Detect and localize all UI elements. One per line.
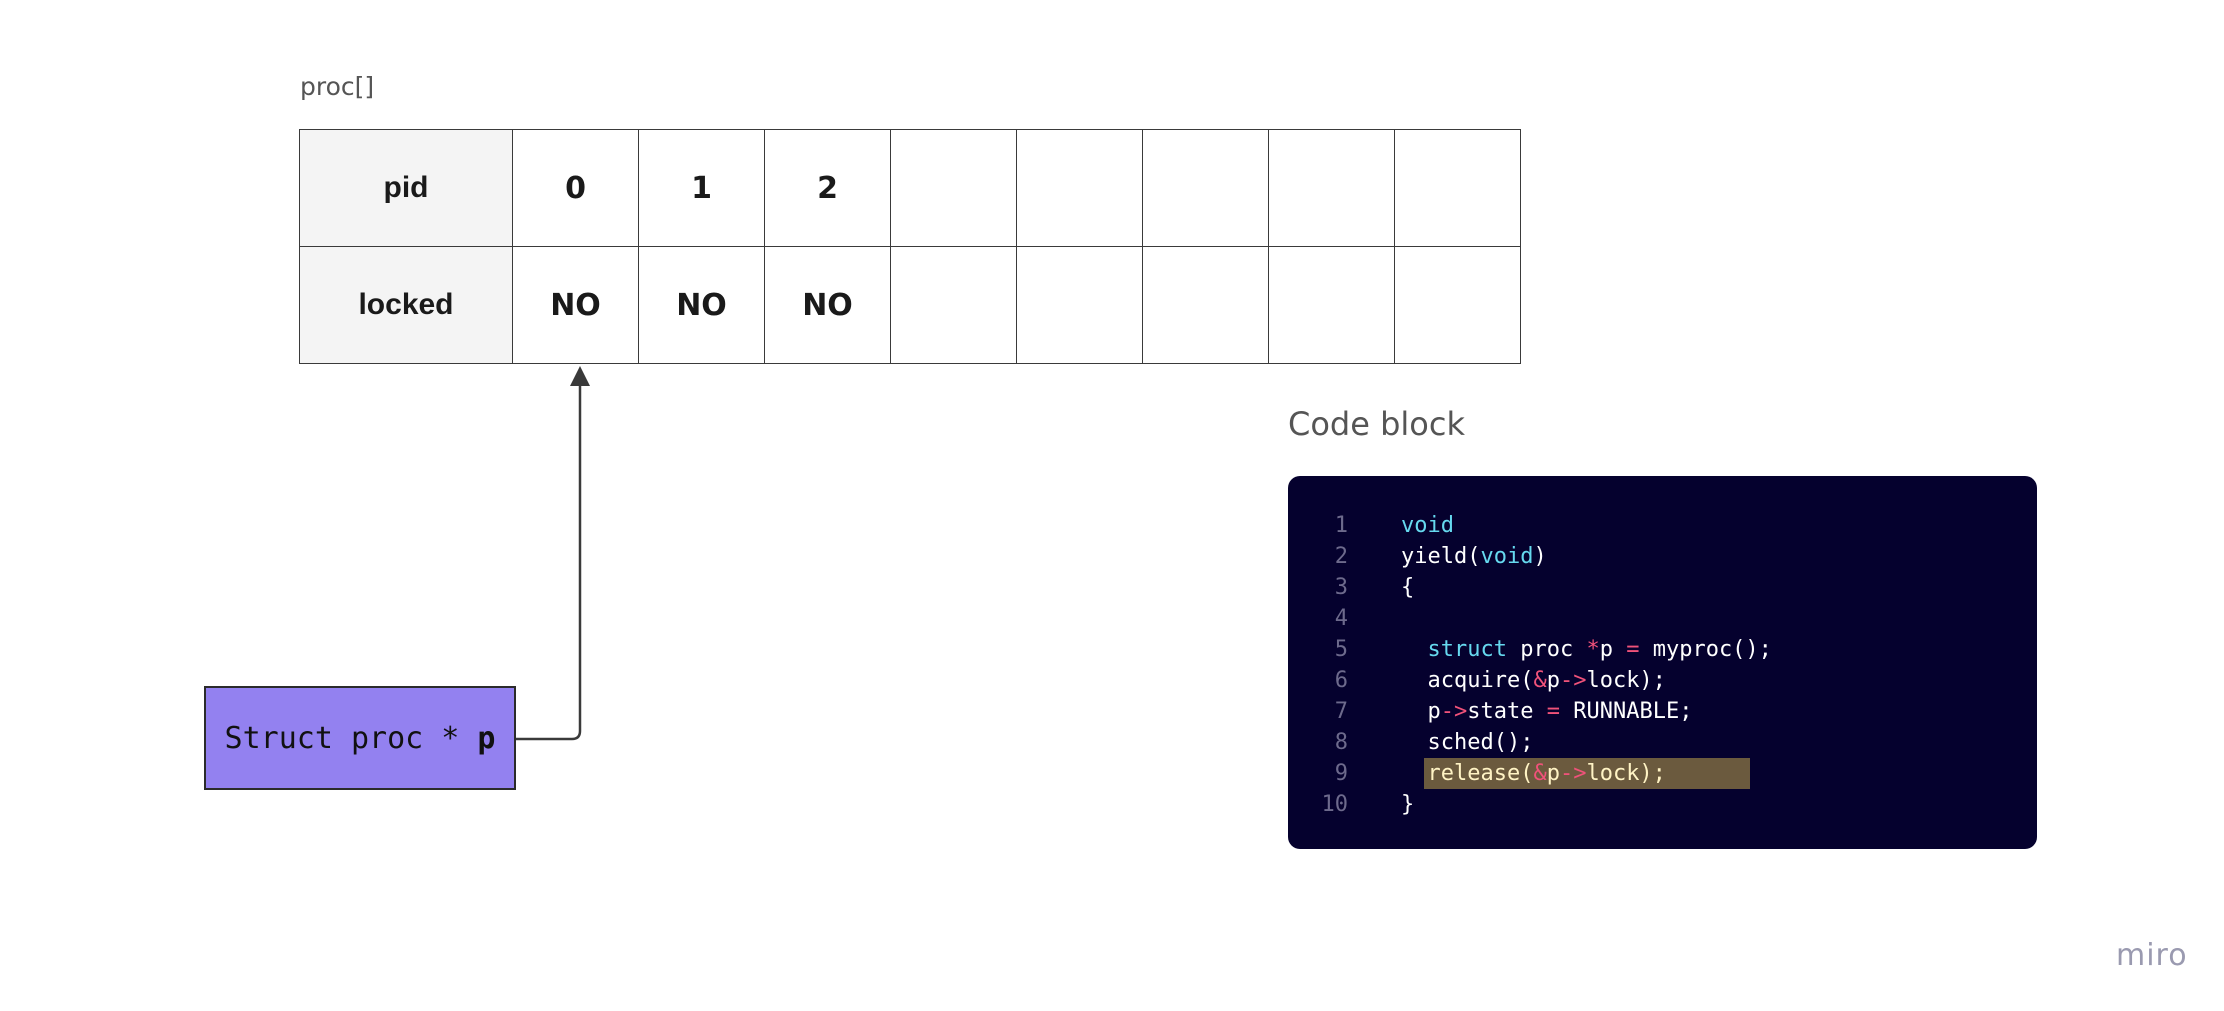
- code-line: 10}: [1288, 789, 2037, 820]
- line-number: 3: [1334, 575, 1348, 600]
- code-token: acquire(: [1401, 668, 1534, 693]
- code-token: p: [1599, 637, 1627, 662]
- line-code: void: [1401, 510, 1454, 541]
- code-token: ->: [1559, 761, 1587, 786]
- code-line: 8 sched();: [1288, 727, 2037, 758]
- code-token: p: [1546, 668, 1560, 693]
- pointer-box[interactable]: Struct proc * p: [204, 686, 516, 790]
- code-token: &: [1533, 761, 1547, 786]
- miro-logo: miro: [2116, 938, 2188, 973]
- code-token: struct: [1427, 637, 1507, 662]
- code-token: release(: [1401, 761, 1534, 786]
- code-token: RUNNABLE;: [1559, 699, 1693, 724]
- line-number: 8: [1334, 730, 1348, 755]
- code-token: sched();: [1401, 730, 1534, 755]
- code-token: }: [1401, 792, 1415, 817]
- line-number: 9: [1334, 761, 1348, 786]
- code-line: 2 yield(void): [1288, 541, 2037, 572]
- code-token: proc: [1506, 637, 1587, 662]
- line-number: 4: [1334, 606, 1348, 631]
- line-code: p->state = RUNNABLE;: [1401, 696, 1692, 727]
- code-token: &: [1533, 668, 1547, 693]
- line-number: 6: [1334, 668, 1348, 693]
- code-token: {: [1401, 575, 1415, 600]
- line-code: }: [1401, 789, 1414, 820]
- line-number: 5: [1334, 637, 1348, 662]
- code-token: *: [1586, 637, 1600, 662]
- line-code: sched();: [1401, 727, 1533, 758]
- code-line: 4: [1288, 603, 2037, 634]
- code-token: myproc();: [1639, 637, 1772, 662]
- line-code: struct proc *p = myproc();: [1401, 634, 1772, 665]
- pointer-arrow-head: [570, 366, 590, 386]
- code-token: void: [1401, 513, 1454, 538]
- code-line: 3{: [1288, 572, 2037, 603]
- line-number: 10: [1321, 792, 1349, 817]
- code-line: 9 release(&p->lock);: [1288, 758, 2037, 789]
- code-line: 6 acquire(&p->lock);: [1288, 665, 2037, 696]
- line-code: acquire(&p->lock);: [1401, 665, 1666, 696]
- code-token: p: [1546, 761, 1560, 786]
- code-token: ->: [1559, 668, 1587, 693]
- code-token: void: [1480, 544, 1534, 569]
- code-token: p: [1401, 699, 1441, 724]
- code-token: ): [1533, 544, 1547, 569]
- line-number: 7: [1334, 699, 1348, 724]
- code-token: =: [1546, 699, 1560, 724]
- line-number: 1: [1334, 513, 1348, 538]
- line-code: yield(void): [1401, 541, 1547, 572]
- line-code: {: [1401, 572, 1414, 603]
- line-number: 2: [1334, 544, 1348, 569]
- code-line: 5 struct proc *p = myproc();: [1288, 634, 2037, 665]
- pointer-arrow-line: [516, 384, 582, 741]
- code-block[interactable]: 1 void 2 yield(void) 3{4 5 struct proc *p = m…: [1288, 476, 2037, 849]
- code-token: yield(: [1401, 544, 1481, 569]
- code-token: lock);: [1586, 761, 1666, 786]
- code-token: lock);: [1586, 668, 1666, 693]
- code-token: state: [1467, 699, 1547, 724]
- line-code: release(&p->lock);: [1401, 758, 1666, 789]
- code-token: =: [1626, 637, 1640, 662]
- pointer-label: Struct proc *: [224, 720, 478, 756]
- code-line: 7 p->state = RUNNABLE;: [1288, 696, 2037, 727]
- code-line: 1 void: [1288, 510, 2037, 541]
- code-token: ->: [1440, 699, 1468, 724]
- code-block-title: Code block: [1288, 405, 1465, 443]
- pointer-var: p: [477, 720, 496, 756]
